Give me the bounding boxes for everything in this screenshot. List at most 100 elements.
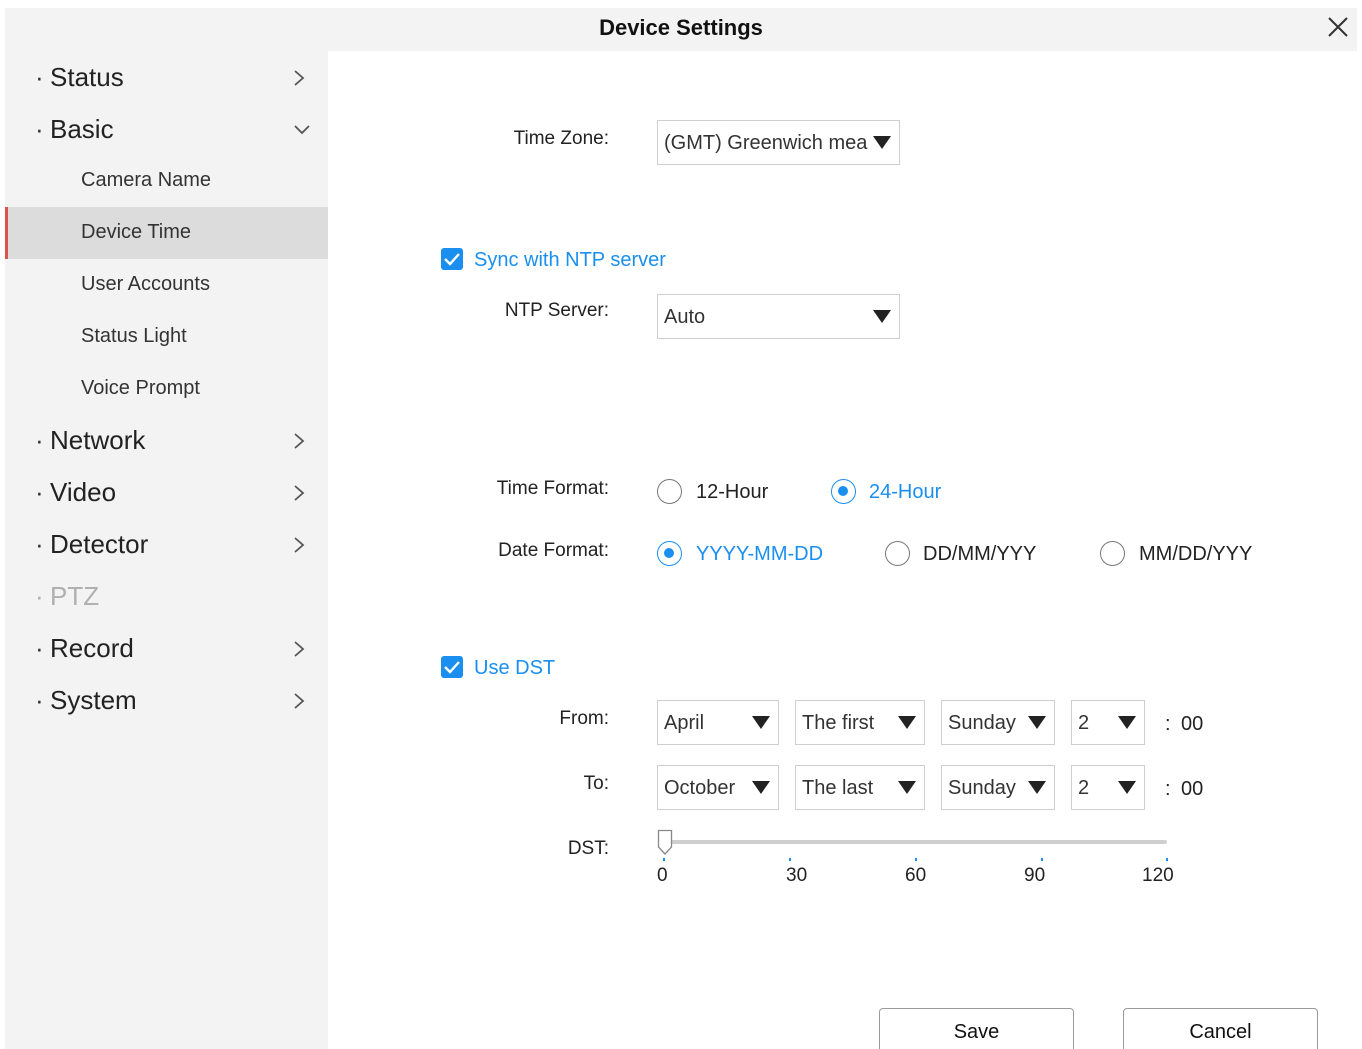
sidebar-item-record[interactable]: · Record <box>5 622 328 674</box>
dst-to-hour-select[interactable]: 2 <box>1071 765 1145 810</box>
sidebar-item-video[interactable]: · Video <box>5 466 328 518</box>
chevron-right-icon <box>294 641 305 657</box>
select-value: Sunday <box>948 777 1016 799</box>
time-zone-label: Time Zone: <box>513 128 609 149</box>
bullet: · <box>35 529 44 559</box>
dst-to-month-select[interactable]: October <box>657 765 779 810</box>
dialog-titlebar: Device Settings <box>5 8 1357 51</box>
select-value: 2 <box>1078 777 1090 799</box>
slider-tick <box>915 858 917 861</box>
sidebar-item-system[interactable]: · System <box>5 674 328 726</box>
chevron-right-icon <box>294 433 305 449</box>
radio-dd-mm-yyy-label[interactable]: DD/MM/YYY <box>923 543 1036 566</box>
sidebar: · Status · Basic Camera Name Device Time… <box>5 51 328 1049</box>
radio-dd-mm-yyy[interactable] <box>885 541 910 566</box>
dst-offset-slider-track[interactable] <box>664 840 1167 844</box>
time-zone-select[interactable]: (GMT) Greenwich mea <box>657 120 900 165</box>
select-value: October <box>664 777 736 799</box>
chevron-right-icon <box>294 693 305 709</box>
dropdown-arrow-icon <box>1118 781 1136 794</box>
slider-tick-label: 60 <box>905 865 927 886</box>
dst-to-day-select[interactable]: Sunday <box>941 765 1055 810</box>
sidebar-item-ptz: · PTZ <box>5 570 328 622</box>
radio-mm-dd-yyy[interactable] <box>1100 541 1125 566</box>
slider-tick <box>1041 858 1043 861</box>
sidebar-item-device-time[interactable]: Device Time <box>5 207 328 259</box>
cancel-button[interactable]: Cancel <box>1123 1008 1318 1049</box>
sidebar-item-label: Camera Name <box>81 169 212 191</box>
sidebar-item-label: System <box>50 685 137 715</box>
sidebar-item-network[interactable]: · Network <box>5 414 328 466</box>
bullet: · <box>35 633 44 663</box>
sidebar-item-label: Detector <box>50 529 149 559</box>
radio-24-hour-label[interactable]: 24-Hour <box>869 481 941 504</box>
sidebar-item-label: Status <box>50 62 124 92</box>
save-button[interactable]: Save <box>879 1008 1074 1049</box>
sidebar-item-label: Network <box>50 425 146 455</box>
chevron-right-icon <box>294 537 305 553</box>
slider-tick-label: 30 <box>786 865 808 886</box>
bullet: · <box>35 62 44 92</box>
radio-12-hour[interactable] <box>657 479 682 504</box>
dst-from-colon: : <box>1165 713 1171 735</box>
dialog-title: Device Settings <box>599 15 763 40</box>
sidebar-item-camera-name[interactable]: Camera Name <box>5 155 328 207</box>
dst-from-month-select[interactable]: April <box>657 700 779 745</box>
dropdown-arrow-icon <box>752 716 770 729</box>
dst-from-week-select[interactable]: The first <box>795 700 925 745</box>
dst-offset-slider-handle[interactable] <box>657 829 673 856</box>
select-value: Auto <box>664 306 706 328</box>
radio-yyyy-mm-dd[interactable] <box>657 541 682 566</box>
select-value: Sunday <box>948 712 1016 734</box>
sidebar-item-label: Device Time <box>81 221 192 243</box>
radio-12-hour-label[interactable]: 12-Hour <box>696 481 768 504</box>
sidebar-item-label: Video <box>50 477 117 507</box>
sidebar-item-status-light[interactable]: Status Light <box>5 311 328 363</box>
dropdown-arrow-icon <box>898 716 916 729</box>
ntp-server-select[interactable]: Auto <box>657 294 900 339</box>
sidebar-item-status[interactable]: · Status <box>5 51 328 103</box>
bullet: · <box>35 477 44 507</box>
bullet: · <box>35 581 44 611</box>
sidebar-item-label: Basic <box>50 114 114 144</box>
slider-tick <box>1166 858 1168 861</box>
check-icon <box>444 253 460 266</box>
chevron-down-icon <box>294 125 310 135</box>
slider-tick <box>663 858 665 861</box>
sidebar-item-label: Voice Prompt <box>81 377 200 399</box>
radio-24-hour[interactable] <box>831 479 856 504</box>
dst-to-label: To: <box>583 773 609 794</box>
close-icon <box>1328 17 1348 37</box>
sidebar-item-user-accounts[interactable]: User Accounts <box>5 259 328 311</box>
dst-from-minutes: 00 <box>1181 713 1204 735</box>
sidebar-item-label: Status Light <box>81 325 187 347</box>
slider-tick-label: 0 <box>657 865 668 886</box>
select-value: 2 <box>1078 712 1090 734</box>
sidebar-item-basic[interactable]: · Basic <box>5 103 328 155</box>
dst-from-hour-select[interactable]: 2 <box>1071 700 1145 745</box>
close-button[interactable] <box>1321 8 1355 46</box>
bullet: · <box>35 685 44 715</box>
use-dst-checkbox[interactable] <box>441 656 463 678</box>
dropdown-arrow-icon <box>1118 716 1136 729</box>
chevron-right-icon <box>294 70 305 86</box>
slider-tick-label: 120 <box>1142 865 1174 886</box>
sidebar-item-label: User Accounts <box>81 273 210 295</box>
bullet: · <box>35 425 44 455</box>
sync-ntp-label[interactable]: Sync with NTP server <box>474 249 666 272</box>
sidebar-item-detector[interactable]: · Detector <box>5 518 328 570</box>
sync-ntp-checkbox[interactable] <box>441 248 463 270</box>
dropdown-arrow-icon <box>1028 781 1046 794</box>
sidebar-item-label: PTZ <box>50 581 100 611</box>
use-dst-label[interactable]: Use DST <box>474 657 555 680</box>
select-value: The last <box>802 777 874 799</box>
dst-to-week-select[interactable]: The last <box>795 765 925 810</box>
dropdown-arrow-icon <box>752 781 770 794</box>
radio-mm-dd-yyy-label[interactable]: MM/DD/YYY <box>1139 543 1252 566</box>
dst-offset-label: DST: <box>567 838 609 859</box>
dst-from-day-select[interactable]: Sunday <box>941 700 1055 745</box>
sidebar-item-voice-prompt[interactable]: Voice Prompt <box>5 363 328 415</box>
dropdown-arrow-icon <box>873 310 891 323</box>
radio-yyyy-mm-dd-label[interactable]: YYYY-MM-DD <box>696 543 823 566</box>
ntp-server-label: NTP Server: <box>504 300 609 321</box>
